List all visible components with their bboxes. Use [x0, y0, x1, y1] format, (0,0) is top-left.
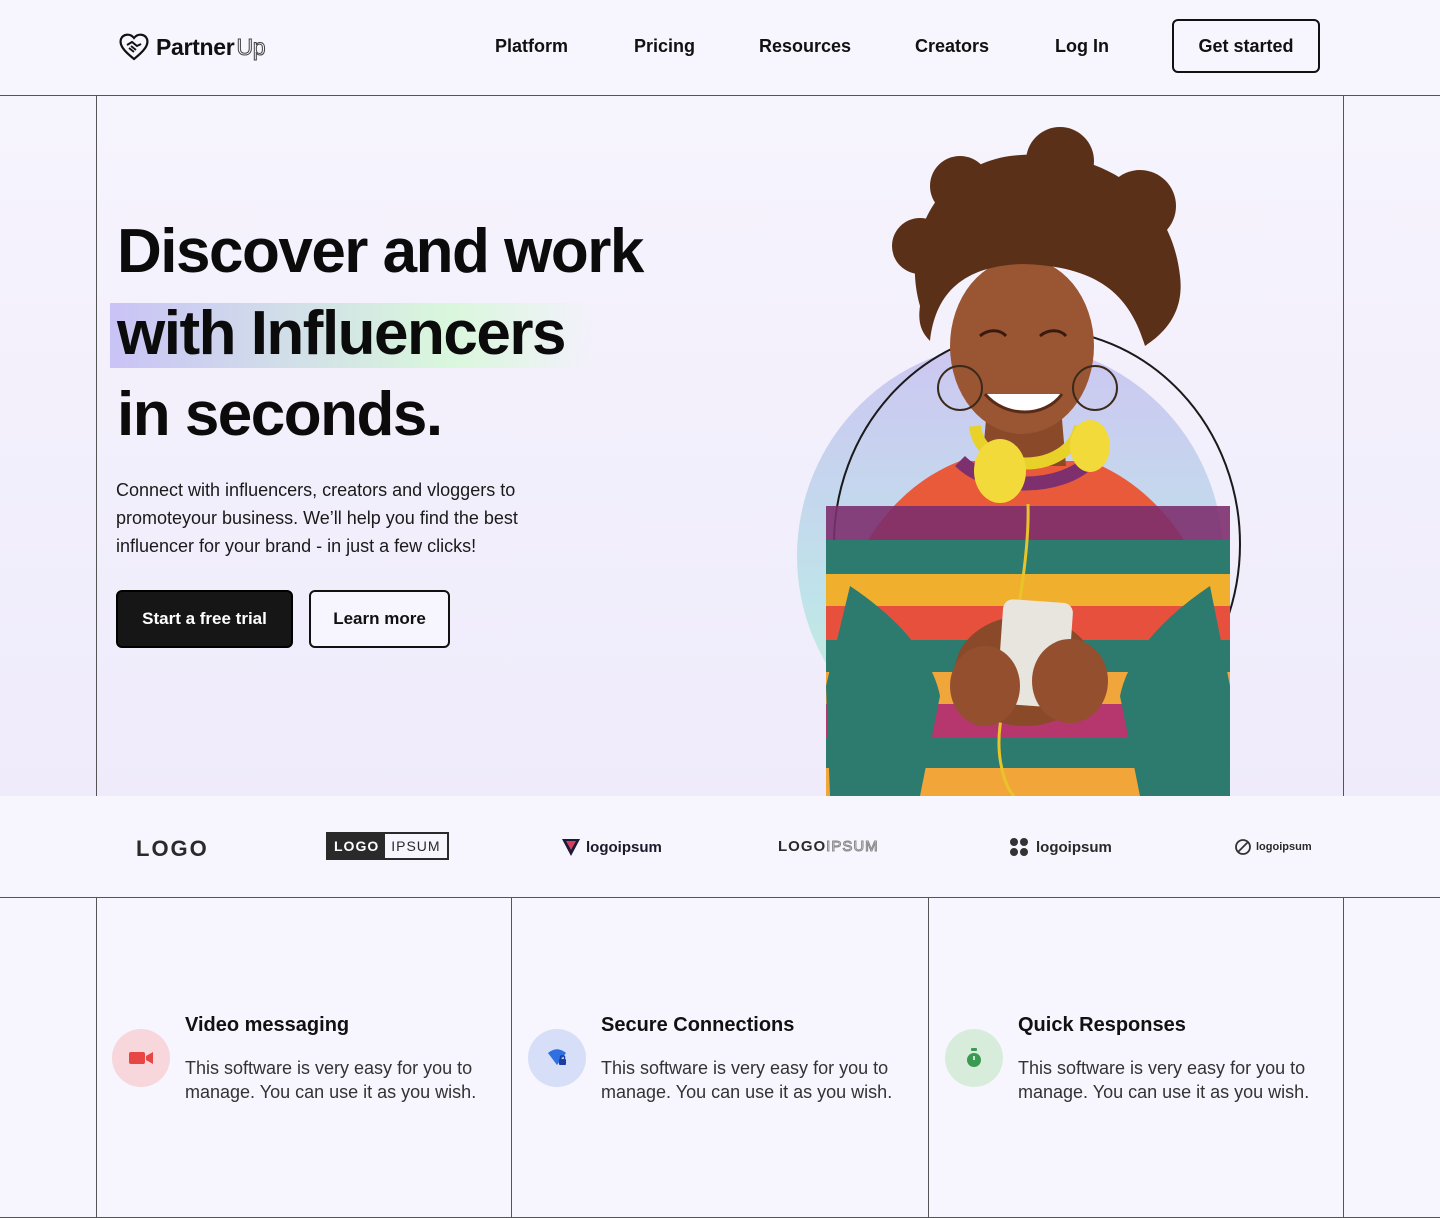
logo-5-text: logoipsum — [1036, 838, 1112, 856]
nav-creators[interactable]: Creators — [915, 36, 989, 57]
brand-name: Partner — [156, 33, 235, 60]
hero-subtitle: Connect with influencers, creators and v… — [116, 480, 518, 556]
circle-slash-logo-icon — [1235, 839, 1251, 855]
headline-line-3: in seconds. — [117, 380, 443, 449]
shield-logo-icon — [562, 839, 580, 856]
nav-login[interactable]: Log In — [1055, 36, 1109, 57]
start-free-trial-button[interactable]: Start a free trial — [116, 590, 293, 648]
stopwatch-icon — [945, 1029, 1003, 1087]
feature-card-quick: Quick Responses This software is very ea… — [0, 898, 1343, 1218]
logo-3: logoipsum — [560, 836, 662, 858]
brand-suffix: Up — [236, 33, 266, 60]
logo-2: LOGO IPSUM — [326, 832, 449, 860]
logo-5: logoipsum — [1008, 836, 1112, 858]
brand-logo[interactable]: Partner Up — [118, 30, 266, 64]
logo-6-text: logoipsum — [1256, 841, 1312, 853]
headline-line-1: Discover and work — [117, 217, 644, 286]
nav-resources[interactable]: Resources — [759, 36, 851, 57]
feature-title: Quick Responses — [1018, 1014, 1186, 1036]
logo-1: LOGO — [136, 836, 209, 862]
grid-line — [96, 96, 97, 796]
handshake-heart-icon — [119, 33, 149, 61]
get-started-button[interactable]: Get started — [1172, 19, 1320, 73]
learn-more-button[interactable]: Learn more — [309, 590, 450, 648]
logo-4: LOGO IPSUM — [778, 838, 879, 856]
logo-3-text: logoipsum — [586, 838, 662, 856]
hero-section: Discover and work with Influencers in se… — [0, 96, 1440, 796]
logo-4-text-b: IPSUM — [826, 838, 879, 856]
logo-2-text-b: IPSUM — [391, 838, 441, 854]
feature-description: This software is very easy for you to ma… — [1018, 1058, 1310, 1102]
nav-pricing[interactable]: Pricing — [634, 36, 695, 57]
features-section: Video messaging This software is very ea… — [0, 898, 1440, 1218]
logo-4-text-a: LOGO — [778, 838, 827, 855]
grid-line — [1343, 898, 1344, 1218]
grid-line — [1343, 96, 1344, 796]
logo-6: logoipsum — [1234, 838, 1312, 856]
partner-logos-strip: LOGO LOGO IPSUM logoipsum LOGO IPSUM log… — [0, 796, 1440, 898]
cluster-logo-icon — [1010, 838, 1028, 856]
headline-line-2: with Influencers — [117, 299, 566, 368]
logo-1-text: LOGO — [136, 836, 209, 861]
logo-2-text-a: LOGO — [328, 834, 386, 858]
hero-person-image — [797, 127, 1241, 796]
site-header: Partner Up Platform Pricing Resources Cr… — [0, 0, 1440, 96]
nav-platform[interactable]: Platform — [495, 36, 568, 57]
